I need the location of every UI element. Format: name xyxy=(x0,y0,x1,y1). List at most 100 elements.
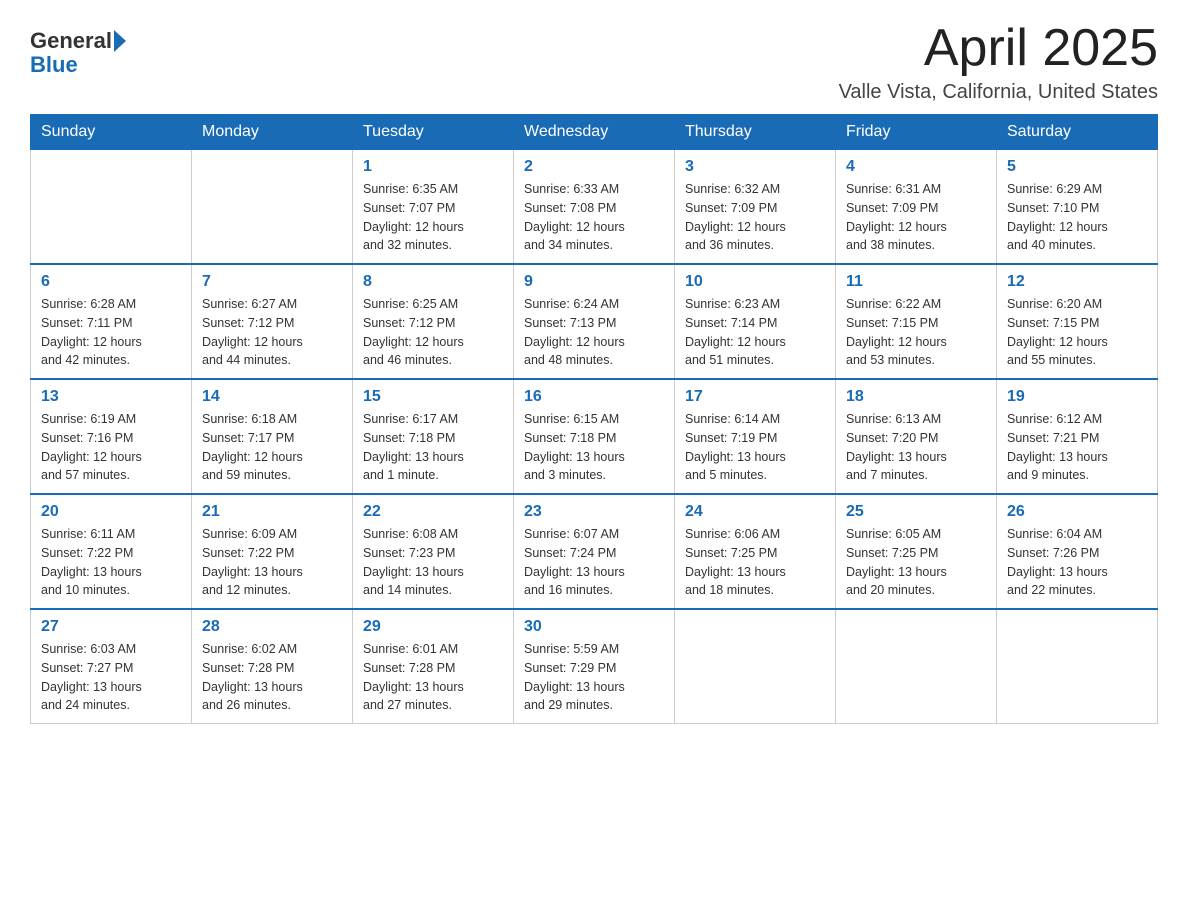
calendar-cell: 26 Sunrise: 6:04 AMSunset: 7:26 PMDayligh… xyxy=(997,494,1158,609)
day-number: 14 xyxy=(202,388,342,406)
calendar-cell: 2 Sunrise: 6:33 AMSunset: 7:08 PMDaylight… xyxy=(514,150,675,265)
calendar-cell: 21 Sunrise: 6:09 AMSunset: 7:22 PMDayligh… xyxy=(192,494,353,609)
day-info: Sunrise: 6:27 AMSunset: 7:12 PMDaylight:… xyxy=(202,295,342,370)
day-number: 7 xyxy=(202,273,342,291)
calendar-cell: 27 Sunrise: 6:03 AMSunset: 7:27 PMDayligh… xyxy=(31,609,192,724)
day-number: 4 xyxy=(846,158,986,176)
day-number: 27 xyxy=(41,618,181,636)
day-number: 20 xyxy=(41,503,181,521)
day-info: Sunrise: 6:01 AMSunset: 7:28 PMDaylight:… xyxy=(363,640,503,715)
day-number: 24 xyxy=(685,503,825,521)
day-number: 16 xyxy=(524,388,664,406)
calendar-cell xyxy=(997,609,1158,724)
day-number: 9 xyxy=(524,273,664,291)
day-info: Sunrise: 6:07 AMSunset: 7:24 PMDaylight:… xyxy=(524,525,664,600)
title-block: April 2025 Valle Vista, California, Unit… xyxy=(839,20,1158,104)
calendar-cell: 19 Sunrise: 6:12 AMSunset: 7:21 PMDayligh… xyxy=(997,379,1158,494)
calendar-cell: 13 Sunrise: 6:19 AMSunset: 7:16 PMDayligh… xyxy=(31,379,192,494)
day-info: Sunrise: 6:12 AMSunset: 7:21 PMDaylight:… xyxy=(1007,410,1147,485)
day-info: Sunrise: 6:09 AMSunset: 7:22 PMDaylight:… xyxy=(202,525,342,600)
day-number: 17 xyxy=(685,388,825,406)
day-info: Sunrise: 6:13 AMSunset: 7:20 PMDaylight:… xyxy=(846,410,986,485)
day-number: 2 xyxy=(524,158,664,176)
day-info: Sunrise: 6:05 AMSunset: 7:25 PMDaylight:… xyxy=(846,525,986,600)
day-info: Sunrise: 6:06 AMSunset: 7:25 PMDaylight:… xyxy=(685,525,825,600)
weekday-header-sunday: Sunday xyxy=(31,115,192,150)
day-number: 1 xyxy=(363,158,503,176)
day-info: Sunrise: 6:18 AMSunset: 7:17 PMDaylight:… xyxy=(202,410,342,485)
day-number: 12 xyxy=(1007,273,1147,291)
day-info: Sunrise: 6:19 AMSunset: 7:16 PMDaylight:… xyxy=(41,410,181,485)
day-info: Sunrise: 5:59 AMSunset: 7:29 PMDaylight:… xyxy=(524,640,664,715)
weekday-header-tuesday: Tuesday xyxy=(353,115,514,150)
day-number: 13 xyxy=(41,388,181,406)
calendar-cell: 6 Sunrise: 6:28 AMSunset: 7:11 PMDaylight… xyxy=(31,264,192,379)
day-number: 6 xyxy=(41,273,181,291)
calendar-cell: 23 Sunrise: 6:07 AMSunset: 7:24 PMDayligh… xyxy=(514,494,675,609)
logo-general-text: General xyxy=(30,30,112,52)
day-number: 26 xyxy=(1007,503,1147,521)
day-number: 10 xyxy=(685,273,825,291)
day-number: 19 xyxy=(1007,388,1147,406)
calendar-cell: 29 Sunrise: 6:01 AMSunset: 7:28 PMDayligh… xyxy=(353,609,514,724)
calendar-cell: 14 Sunrise: 6:18 AMSunset: 7:17 PMDayligh… xyxy=(192,379,353,494)
day-number: 11 xyxy=(846,273,986,291)
day-info: Sunrise: 6:29 AMSunset: 7:10 PMDaylight:… xyxy=(1007,180,1147,255)
day-info: Sunrise: 6:33 AMSunset: 7:08 PMDaylight:… xyxy=(524,180,664,255)
day-number: 29 xyxy=(363,618,503,636)
day-info: Sunrise: 6:15 AMSunset: 7:18 PMDaylight:… xyxy=(524,410,664,485)
calendar-cell: 16 Sunrise: 6:15 AMSunset: 7:18 PMDayligh… xyxy=(514,379,675,494)
calendar-cell xyxy=(675,609,836,724)
weekday-header-thursday: Thursday xyxy=(675,115,836,150)
day-info: Sunrise: 6:02 AMSunset: 7:28 PMDaylight:… xyxy=(202,640,342,715)
calendar-cell: 12Sunrise: 6:20 AMSunset: 7:15 PMDayligh… xyxy=(997,264,1158,379)
weekday-header-wednesday: Wednesday xyxy=(514,115,675,150)
calendar-cell: 18 Sunrise: 6:13 AMSunset: 7:20 PMDayligh… xyxy=(836,379,997,494)
day-info: Sunrise: 6:03 AMSunset: 7:27 PMDaylight:… xyxy=(41,640,181,715)
calendar-cell: 1 Sunrise: 6:35 AMSunset: 7:07 PMDaylight… xyxy=(353,150,514,265)
calendar-cell xyxy=(836,609,997,724)
calendar-cell: 7 Sunrise: 6:27 AMSunset: 7:12 PMDaylight… xyxy=(192,264,353,379)
page-header: General Blue April 2025 Valle Vista, Cal… xyxy=(30,20,1158,104)
day-number: 23 xyxy=(524,503,664,521)
day-number: 25 xyxy=(846,503,986,521)
day-info: Sunrise: 6:32 AMSunset: 7:09 PMDaylight:… xyxy=(685,180,825,255)
day-number: 18 xyxy=(846,388,986,406)
day-info: Sunrise: 6:04 AMSunset: 7:26 PMDaylight:… xyxy=(1007,525,1147,600)
calendar-cell: 3 Sunrise: 6:32 AMSunset: 7:09 PMDaylight… xyxy=(675,150,836,265)
calendar-cell: 30 Sunrise: 5:59 AMSunset: 7:29 PMDayligh… xyxy=(514,609,675,724)
weekday-header-friday: Friday xyxy=(836,115,997,150)
calendar-cell: 4 Sunrise: 6:31 AMSunset: 7:09 PMDaylight… xyxy=(836,150,997,265)
calendar-cell xyxy=(192,150,353,265)
calendar-cell: 28 Sunrise: 6:02 AMSunset: 7:28 PMDayligh… xyxy=(192,609,353,724)
day-info: Sunrise: 6:08 AMSunset: 7:23 PMDaylight:… xyxy=(363,525,503,600)
day-number: 3 xyxy=(685,158,825,176)
day-info: Sunrise: 6:25 AMSunset: 7:12 PMDaylight:… xyxy=(363,295,503,370)
logo-blue-text: Blue xyxy=(30,52,78,78)
calendar-cell: 8 Sunrise: 6:25 AMSunset: 7:12 PMDaylight… xyxy=(353,264,514,379)
calendar-cell: 11 Sunrise: 6:22 AMSunset: 7:15 PMDayligh… xyxy=(836,264,997,379)
day-info: Sunrise: 6:11 AMSunset: 7:22 PMDaylight:… xyxy=(41,525,181,600)
calendar-table: SundayMondayTuesdayWednesdayThursdayFrid… xyxy=(30,114,1158,724)
calendar-cell xyxy=(31,150,192,265)
calendar-cell: 17Sunrise: 6:14 AMSunset: 7:19 PMDayligh… xyxy=(675,379,836,494)
day-info: Sunrise: 6:35 AMSunset: 7:07 PMDaylight:… xyxy=(363,180,503,255)
day-number: 21 xyxy=(202,503,342,521)
day-number: 5 xyxy=(1007,158,1147,176)
day-info: Sunrise: 6:17 AMSunset: 7:18 PMDaylight:… xyxy=(363,410,503,485)
month-title: April 2025 xyxy=(839,20,1158,77)
day-number: 8 xyxy=(363,273,503,291)
day-number: 28 xyxy=(202,618,342,636)
calendar-cell: 20 Sunrise: 6:11 AMSunset: 7:22 PMDayligh… xyxy=(31,494,192,609)
day-info: Sunrise: 6:28 AMSunset: 7:11 PMDaylight:… xyxy=(41,295,181,370)
calendar-cell: 25 Sunrise: 6:05 AMSunset: 7:25 PMDayligh… xyxy=(836,494,997,609)
calendar-cell: 15 Sunrise: 6:17 AMSunset: 7:18 PMDayligh… xyxy=(353,379,514,494)
location-title: Valle Vista, California, United States xyxy=(839,81,1158,104)
day-number: 15 xyxy=(363,388,503,406)
day-info: Sunrise: 6:23 AMSunset: 7:14 PMDaylight:… xyxy=(685,295,825,370)
day-info: Sunrise: 6:31 AMSunset: 7:09 PMDaylight:… xyxy=(846,180,986,255)
logo: General Blue xyxy=(30,20,126,78)
day-info: Sunrise: 6:22 AMSunset: 7:15 PMDaylight:… xyxy=(846,295,986,370)
day-number: 30 xyxy=(524,618,664,636)
weekday-header-monday: Monday xyxy=(192,115,353,150)
